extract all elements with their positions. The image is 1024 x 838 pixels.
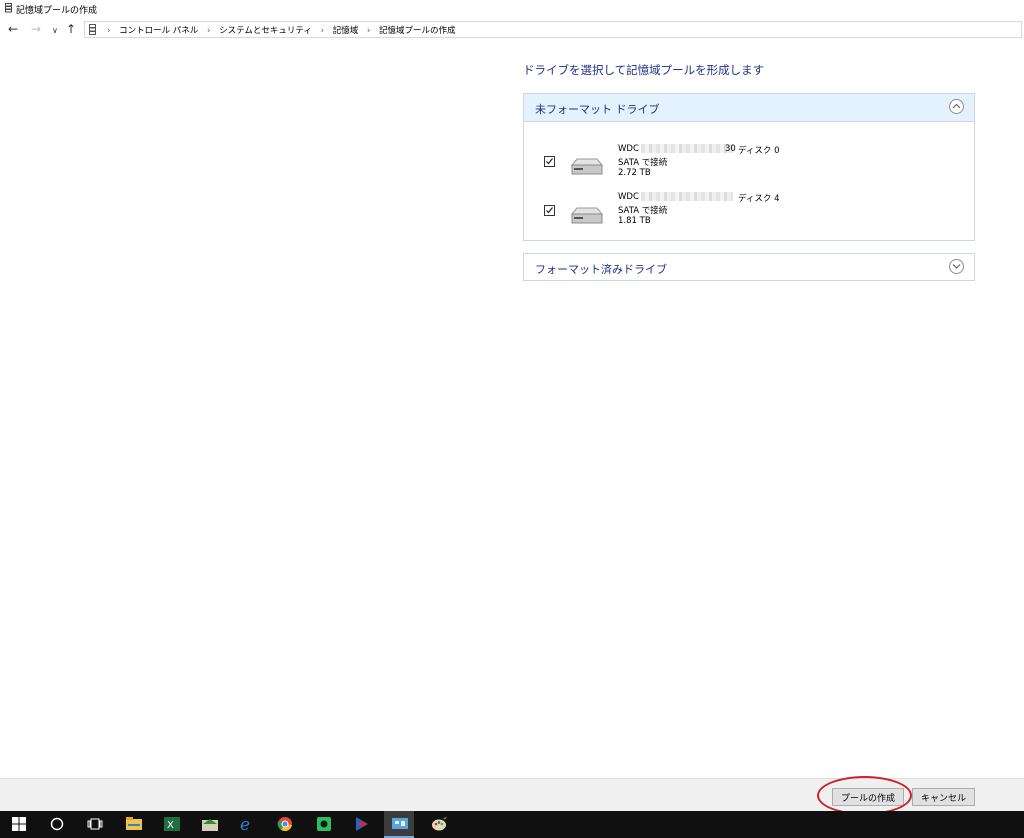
group-title: 未フォーマット ドライブ xyxy=(535,103,660,116)
drive-size: 2.72 TB xyxy=(618,168,651,178)
drive-checkbox[interactable] xyxy=(544,205,555,216)
chevron-right-icon[interactable]: › xyxy=(321,26,324,36)
excel-icon[interactable]: X xyxy=(156,811,186,838)
edge-icon[interactable]: e xyxy=(232,811,262,838)
breadcrumb: › コントロール パネル › システムとセキュリティ › 記憶域 › 記憶域プー… xyxy=(101,24,456,36)
back-arrow-icon[interactable]: ← xyxy=(8,23,18,35)
unformatted-drives-group: 未フォーマット ドライブ WDC \ 30 ディスク 0 SATA で接続 2.… xyxy=(523,93,975,241)
unformatted-drives-header[interactable]: 未フォーマット ドライブ xyxy=(524,94,974,122)
navigation-bar: ← → ∨ ↑ › コントロール パネル › システムとセキュリティ › 記憶域… xyxy=(0,18,1024,42)
evernote-icon[interactable] xyxy=(308,811,338,838)
cortana-search-icon[interactable] xyxy=(42,811,72,838)
breadcrumb-item[interactable]: 記憶域 xyxy=(333,26,359,36)
hard-drive-icon xyxy=(570,158,604,175)
group-title: フォーマット済みドライブ xyxy=(535,263,667,276)
breadcrumb-item[interactable]: 記憶域プールの作成 xyxy=(379,26,456,36)
drive-checkbox[interactable] xyxy=(544,156,555,167)
title-bar: 記憶域プールの作成 xyxy=(0,0,1024,18)
up-arrow-icon[interactable]: ↑ xyxy=(66,23,76,35)
page-heading: ドライブを選択して記憶域プールを形成します xyxy=(523,63,765,77)
windows-start-icon[interactable] xyxy=(4,811,34,838)
create-pool-button[interactable]: プールの作成 xyxy=(832,788,904,806)
window-title: 記憶域プールの作成 xyxy=(16,6,98,16)
drive-item[interactable]: WDC \ ディスク 4 SATA で接続 1.81 TB xyxy=(524,192,974,237)
hard-drive-icon xyxy=(570,207,604,224)
redacted-drive-model xyxy=(641,144,733,153)
drive-item[interactable]: WDC \ 30 ディスク 0 SATA で接続 2.72 TB xyxy=(524,144,974,189)
drive-connection: SATA で接続 xyxy=(618,206,668,216)
formatted-drives-header[interactable]: フォーマット済みドライブ xyxy=(524,254,974,281)
forward-arrow-icon[interactable]: → xyxy=(31,23,41,35)
breadcrumb-item[interactable]: システムとセキュリティ xyxy=(219,26,312,36)
redacted-drive-model xyxy=(641,192,733,201)
address-bar[interactable]: › コントロール パネル › システムとセキュリティ › 記憶域 › 記憶域プー… xyxy=(84,21,1022,38)
chevron-up-icon[interactable] xyxy=(949,99,964,114)
drive-size: 1.81 TB xyxy=(618,216,651,226)
breadcrumb-item[interactable]: コントロール パネル xyxy=(119,26,198,36)
svg-text:X: X xyxy=(167,820,174,831)
chevron-right-icon[interactable]: › xyxy=(367,26,370,36)
media-app-icon[interactable] xyxy=(346,811,376,838)
mail-app-icon[interactable] xyxy=(194,811,224,838)
taskbar: X e xyxy=(0,811,1024,838)
chevron-down-icon[interactable]: ∨ xyxy=(52,25,58,37)
chevron-right-icon[interactable]: › xyxy=(107,26,110,36)
formatted-drives-group: フォーマット済みドライブ xyxy=(523,253,975,281)
drive-connection: SATA で接続 xyxy=(618,158,668,168)
paint-icon[interactable] xyxy=(424,811,454,838)
disk-number: ディスク 4 xyxy=(738,194,780,204)
drive-name-suffix: 30 xyxy=(725,144,736,154)
command-bar: プールの作成 キャンセル xyxy=(0,778,1024,812)
chrome-icon[interactable] xyxy=(270,811,300,838)
storage-spaces-icon xyxy=(5,3,12,13)
file-explorer-icon[interactable] xyxy=(118,811,148,838)
task-view-icon[interactable] xyxy=(80,811,110,838)
cancel-button[interactable]: キャンセル xyxy=(912,788,975,806)
disk-number: ディスク 0 xyxy=(738,146,780,156)
control-panel-icon[interactable] xyxy=(384,811,414,838)
chevron-down-icon[interactable] xyxy=(949,259,964,274)
svg-text:e: e xyxy=(240,816,250,832)
storage-spaces-icon xyxy=(89,24,96,35)
chevron-right-icon[interactable]: › xyxy=(207,26,210,36)
